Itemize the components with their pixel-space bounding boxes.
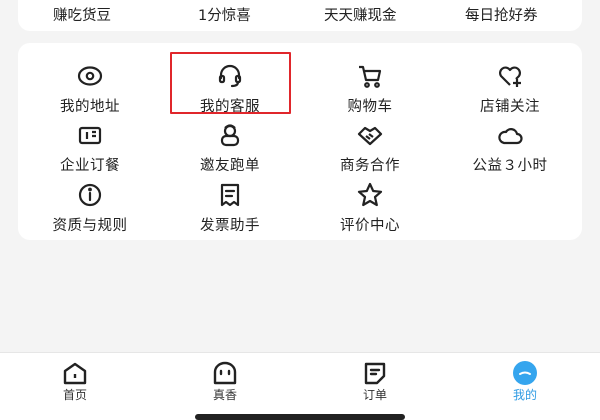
tab-label: 真香	[212, 388, 237, 402]
home-icon	[61, 359, 89, 387]
star-icon	[356, 181, 384, 209]
service-label: 公益３小时	[472, 158, 548, 174]
handshake-icon	[356, 121, 384, 149]
service-invite-rider[interactable]: 邀友跑单	[170, 121, 290, 181]
service-store-follow[interactable]: 店铺关注	[450, 62, 570, 122]
location-eye-icon	[76, 62, 104, 90]
service-label: 资质与规则	[52, 218, 128, 234]
profile-icon	[511, 359, 539, 387]
service-label: 我的地址	[60, 99, 120, 115]
highlight-box	[170, 52, 291, 114]
tab-label: 我的	[512, 388, 537, 402]
promo-daily-coupons[interactable]: 每日抢好券	[465, 4, 538, 25]
promo-one-cent-surprise[interactable]: 1分惊喜	[198, 4, 251, 25]
tab-label: 订单	[362, 388, 387, 402]
service-my-address[interactable]: 我的地址	[30, 62, 150, 122]
bottom-tab-bar: 首页 真香 订单 我的	[0, 352, 600, 420]
tab-home[interactable]: 首页	[30, 353, 120, 413]
service-label: 发票助手	[200, 218, 260, 234]
promo-earn-beans[interactable]: 赚吃货豆	[53, 4, 111, 25]
service-enterprise-meal[interactable]: 企业订餐	[30, 121, 150, 181]
tab-orders[interactable]: 订单	[330, 353, 420, 413]
service-review-center[interactable]: 评价中心	[310, 181, 430, 241]
order-icon	[361, 359, 389, 387]
ghost-icon	[211, 359, 239, 387]
service-label: 购物车	[347, 99, 393, 115]
service-cart[interactable]: 购物车	[310, 62, 430, 122]
service-label: 邀友跑单	[200, 158, 260, 174]
service-invoice-assistant[interactable]: 发票助手	[170, 181, 290, 241]
enterprise-icon	[76, 121, 104, 149]
cloud-icon	[496, 121, 524, 149]
service-qualification-rules[interactable]: 资质与规则	[30, 181, 150, 241]
invite-rider-icon	[216, 121, 244, 149]
service-label: 企业订餐	[60, 158, 120, 174]
invoice-icon	[216, 181, 244, 209]
promo-daily-cash[interactable]: 天天赚现金	[324, 4, 397, 25]
tab-zhenxiang[interactable]: 真香	[180, 353, 270, 413]
service-label: 商务合作	[340, 158, 400, 174]
service-label: 店铺关注	[480, 99, 540, 115]
cart-icon	[356, 62, 384, 90]
tab-mine[interactable]: 我的	[480, 353, 570, 413]
service-label: 评价中心	[340, 218, 400, 234]
service-business-cooperation[interactable]: 商务合作	[310, 121, 430, 181]
home-indicator	[195, 414, 405, 420]
info-icon	[76, 181, 104, 209]
service-charity-3h[interactable]: 公益３小时	[450, 121, 570, 181]
promo-row: 赚吃货豆 1分惊喜 天天赚现金 每日抢好券	[0, 4, 600, 26]
tab-label: 首页	[62, 388, 87, 402]
heart-plus-icon	[496, 62, 524, 90]
